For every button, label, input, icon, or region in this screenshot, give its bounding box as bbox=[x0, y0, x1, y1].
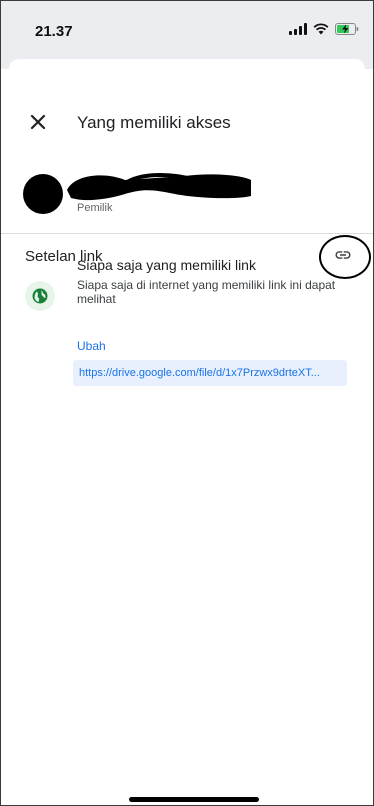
battery-charging-icon bbox=[335, 23, 359, 35]
link-access-row: Siapa saja yang memiliki link Siapa saja… bbox=[1, 255, 373, 386]
globe-badge bbox=[25, 281, 55, 311]
owner-role: Pemilik bbox=[77, 202, 113, 214]
status-icons bbox=[289, 23, 359, 35]
status-time: 21.37 bbox=[35, 23, 73, 40]
sheet-top bbox=[9, 59, 365, 79]
access-description: Siapa saja di internet yang memiliki lin… bbox=[77, 278, 336, 306]
globe-icon bbox=[32, 288, 48, 304]
phone-frame: 21.37 Yang memiliki akses Pemilik Setela… bbox=[0, 0, 374, 806]
owner-row[interactable]: Pemilik bbox=[1, 166, 373, 226]
redaction-scribble bbox=[67, 173, 251, 201]
page-title: Yang memiliki akses bbox=[77, 113, 231, 132]
access-title: Siapa saja yang memiliki link bbox=[77, 257, 256, 273]
status-bar: 21.37 bbox=[1, 1, 373, 57]
change-access-link[interactable]: Ubah bbox=[77, 339, 106, 353]
share-url[interactable]: https://drive.google.com/file/d/1x7Przwx… bbox=[73, 360, 347, 386]
divider bbox=[1, 233, 373, 234]
close-icon[interactable] bbox=[29, 113, 47, 131]
avatar bbox=[23, 174, 63, 214]
sheet-header: Yang memiliki akses bbox=[1, 109, 373, 141]
wifi-icon bbox=[313, 23, 329, 35]
signal-icon bbox=[289, 23, 307, 35]
home-indicator[interactable] bbox=[129, 797, 259, 802]
